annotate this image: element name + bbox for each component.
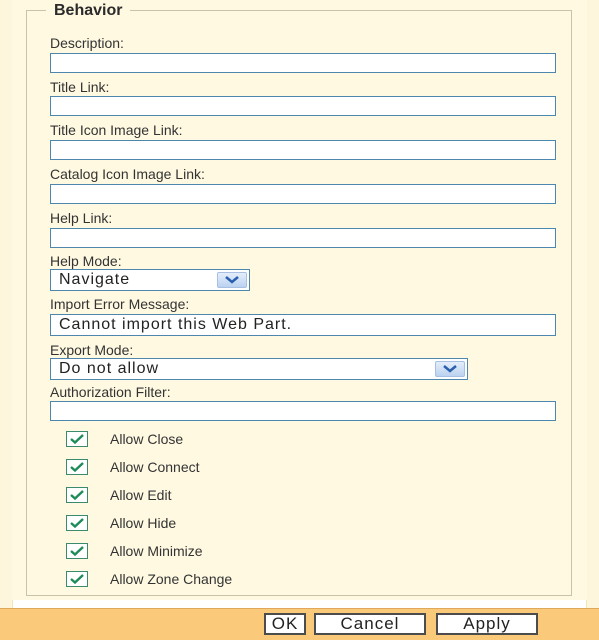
- check-icon: [70, 434, 84, 444]
- apply-button[interactable]: Apply: [436, 613, 538, 635]
- help-mode-select[interactable]: Navigate: [50, 269, 250, 291]
- button-bar: OK Cancel Apply: [0, 608, 599, 640]
- check-icon: [70, 574, 84, 584]
- import-error-message-label: Import Error Message:: [50, 296, 190, 312]
- right-border: [586, 0, 599, 608]
- import-error-message-input[interactable]: Cannot import this Web Part.: [50, 314, 556, 336]
- check-icon: [70, 546, 84, 556]
- title-link-label: Title Link:: [50, 79, 110, 95]
- title-icon-image-link-label: Title Icon Image Link:: [50, 122, 183, 138]
- authorization-filter-input[interactable]: [50, 401, 556, 421]
- check-icon: [70, 518, 84, 528]
- help-mode-label: Help Mode:: [50, 253, 122, 269]
- allow-edit-label: Allow Edit: [110, 487, 172, 503]
- allow-connect-checkbox[interactable]: [66, 459, 88, 475]
- catalog-icon-image-link-label: Catalog Icon Image Link:: [50, 166, 205, 182]
- cancel-button[interactable]: Cancel: [314, 613, 426, 635]
- export-mode-select[interactable]: Do not allow: [50, 358, 468, 380]
- allow-minimize-checkbox[interactable]: [66, 543, 88, 559]
- check-icon: [70, 462, 84, 472]
- allow-close-label: Allow Close: [110, 431, 184, 447]
- help-mode-value: Navigate: [59, 271, 131, 288]
- behavior-legend: Behavior: [46, 2, 131, 20]
- chevron-down-icon[interactable]: [435, 361, 465, 377]
- allow-hide-label: Allow Hide: [110, 515, 177, 531]
- description-input[interactable]: [50, 53, 556, 73]
- authorization-filter-label: Authorization Filter:: [50, 384, 171, 400]
- help-link-input[interactable]: [50, 228, 556, 248]
- ok-button[interactable]: OK: [264, 613, 306, 635]
- export-mode-label: Export Mode:: [50, 342, 134, 358]
- allow-zone-change-checkbox[interactable]: [66, 571, 88, 587]
- title-link-input[interactable]: [50, 96, 556, 116]
- web-part-editor: Behavior Description: Title Link: Title …: [0, 0, 599, 640]
- allow-connect-label: Allow Connect: [110, 459, 200, 475]
- allow-minimize-label: Allow Minimize: [110, 543, 203, 559]
- export-mode-value: Do not allow: [59, 360, 160, 377]
- help-link-label: Help Link:: [50, 210, 113, 226]
- allow-edit-checkbox[interactable]: [66, 487, 88, 503]
- catalog-icon-image-link-input[interactable]: [50, 184, 556, 204]
- chevron-down-icon[interactable]: [217, 272, 247, 288]
- check-icon: [70, 490, 84, 500]
- description-label: Description:: [50, 35, 124, 51]
- allow-hide-checkbox[interactable]: [66, 515, 88, 531]
- allow-zone-change-label: Allow Zone Change: [110, 571, 233, 587]
- allow-close-checkbox[interactable]: [66, 431, 88, 447]
- title-icon-image-link-input[interactable]: [50, 140, 556, 160]
